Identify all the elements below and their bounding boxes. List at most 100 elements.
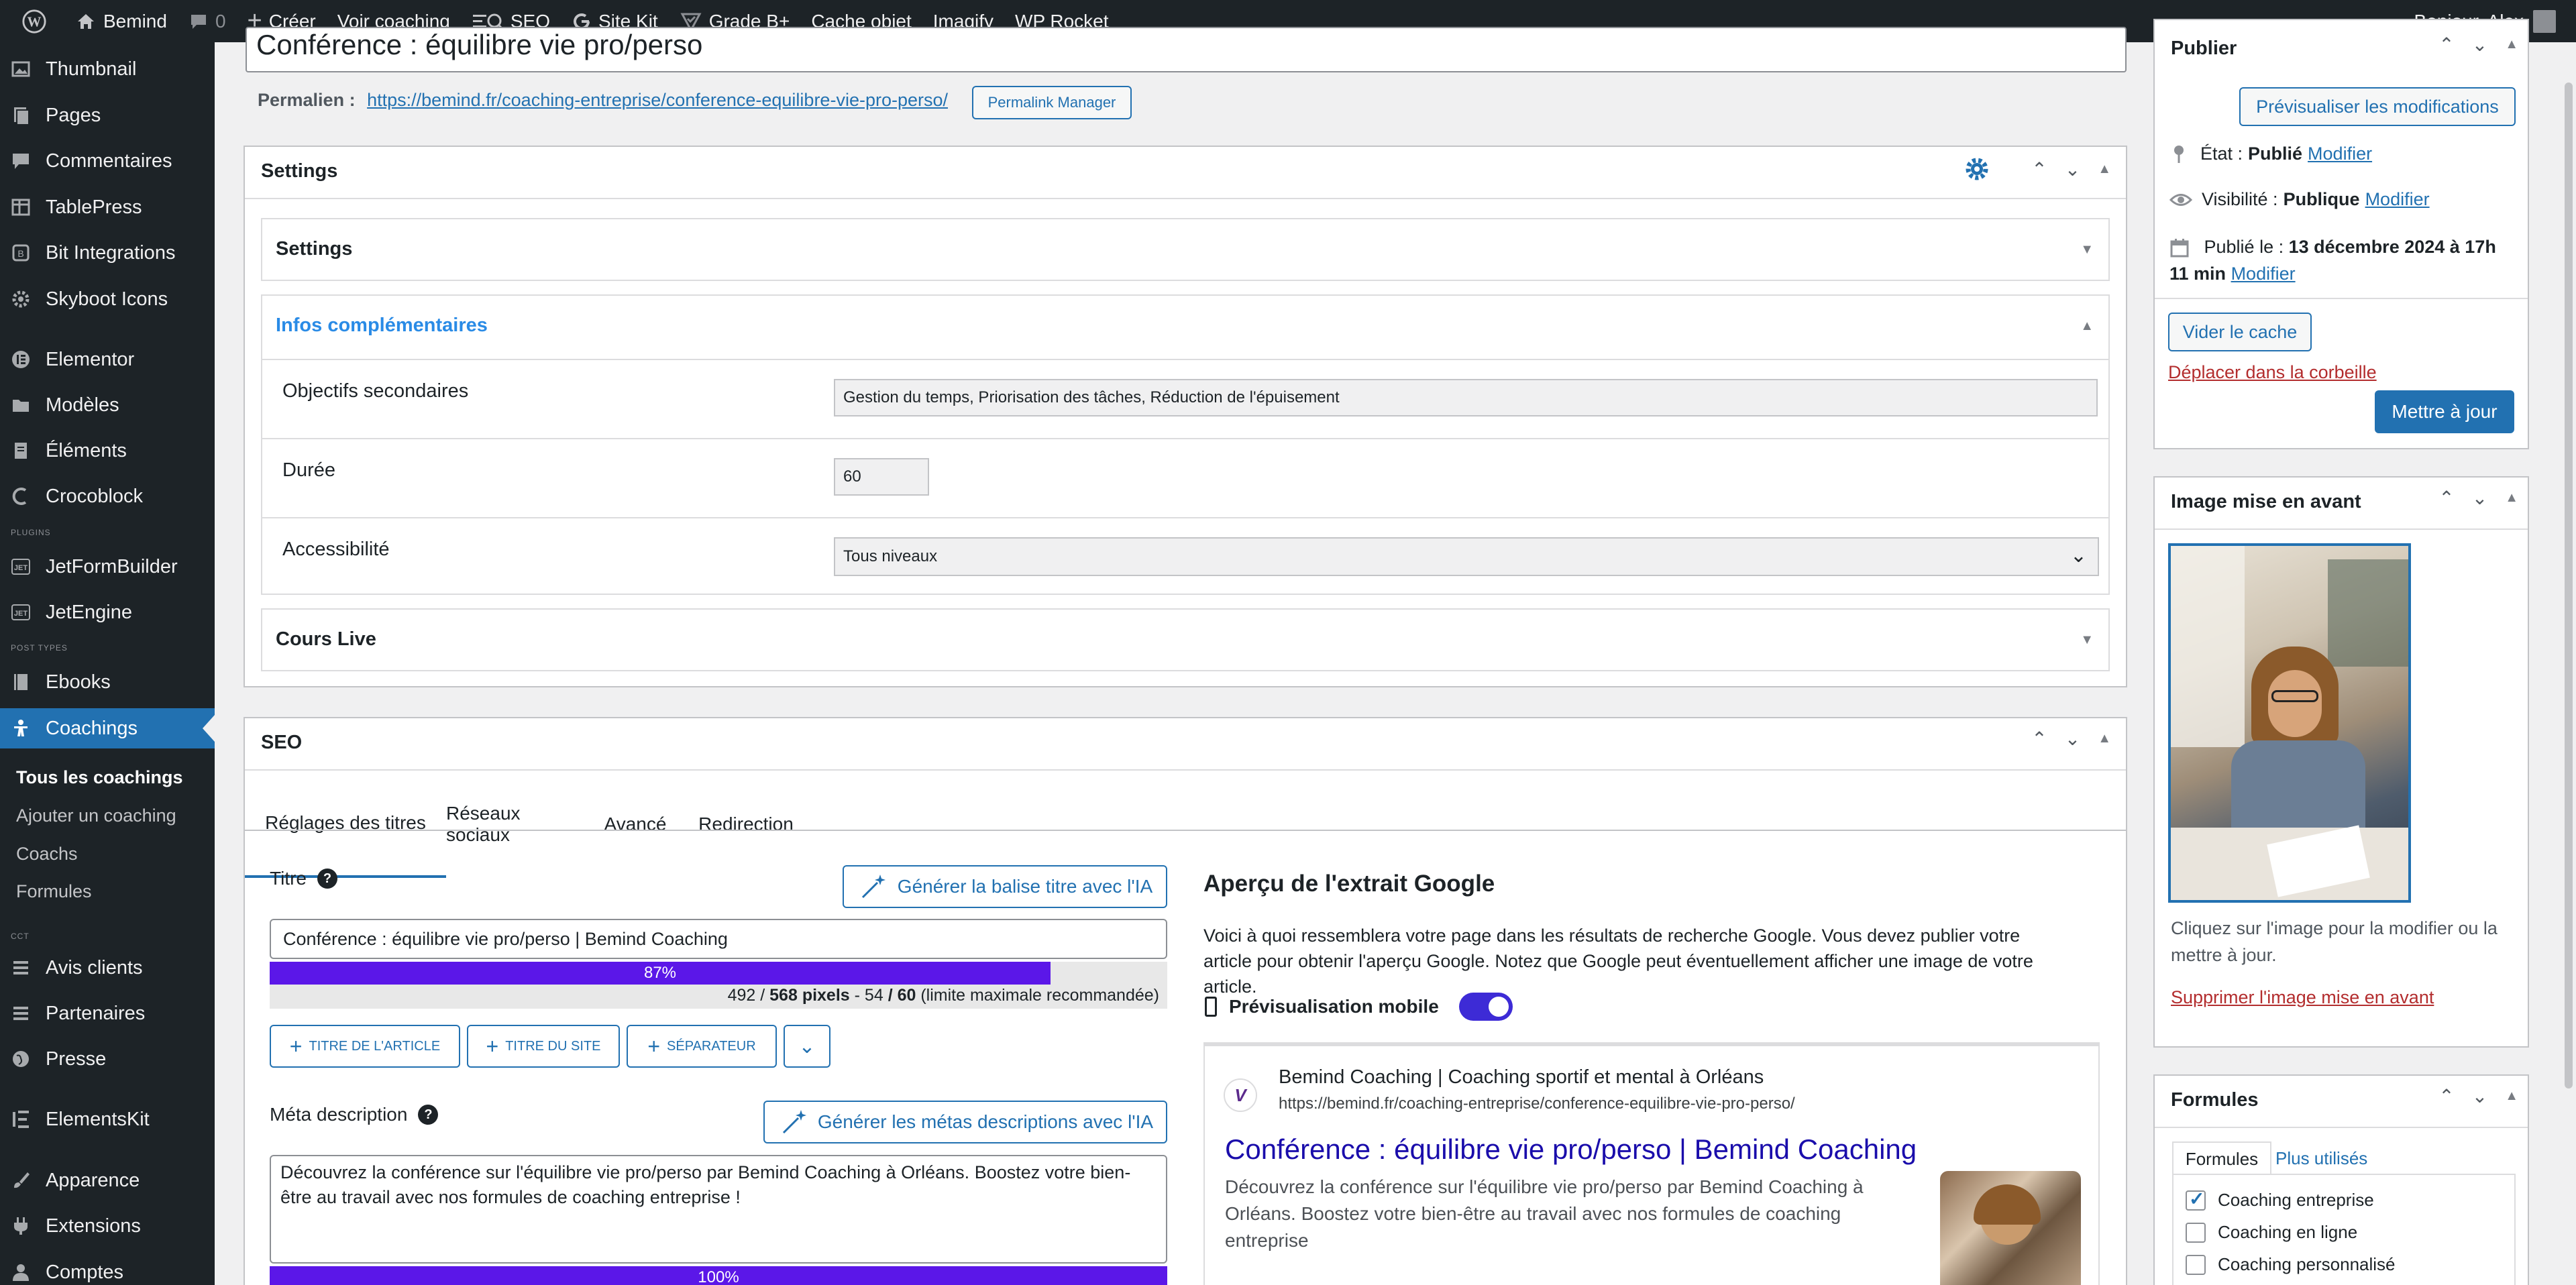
sidebar-item-elements[interactable]: Éléments — [0, 431, 215, 471]
chevron-down-icon[interactable]: ⌄ — [2472, 487, 2487, 509]
checkbox[interactable] — [2186, 1222, 2206, 1243]
insert-separator-button[interactable]: + SÉPARATEUR — [627, 1025, 777, 1068]
collapse-toggle-icon[interactable]: ▲ — [2505, 37, 2518, 52]
chevron-down-icon[interactable]: ⌄ — [2065, 158, 2080, 180]
sidebar-item-comptes[interactable]: Comptes — [0, 1252, 215, 1285]
post-title-input[interactable]: Conférence : équilibre vie pro/perso — [246, 27, 2127, 72]
site-name-link[interactable]: Bemind — [64, 0, 178, 42]
cours-live-title: Cours Live — [276, 628, 376, 650]
chevron-up-icon[interactable]: ⌃ — [2438, 34, 2454, 56]
insert-site-title-button[interactable]: + TITRE DU SITE — [467, 1025, 620, 1068]
sidebar-item-presse[interactable]: Presse — [0, 1039, 215, 1079]
tab-most-used[interactable]: Plus utilisés — [2275, 1148, 2367, 1169]
update-button[interactable]: Mettre à jour — [2375, 390, 2514, 433]
sidebar-item-crocoblock[interactable]: Crocoblock — [0, 476, 215, 516]
sidebar-item-pages[interactable]: Pages — [0, 95, 215, 135]
submenu-coachs[interactable]: Coachs — [0, 844, 215, 864]
seo-controls: ⌃ ⌄ ▲ — [2031, 728, 2111, 750]
sidebar-item-coachings[interactable]: Coachings — [0, 708, 215, 748]
edit-status-link[interactable]: Modifier — [2308, 144, 2372, 164]
collapse-toggle-icon[interactable]: ▲ — [2098, 162, 2111, 177]
submenu-all-coachings[interactable]: Tous les coachings — [0, 767, 215, 788]
submenu-formules[interactable]: Formules — [0, 881, 215, 902]
collapse-toggle-icon[interactable]: ▲ — [2505, 1088, 2518, 1104]
sidebar-item-comments[interactable]: Commentaires — [0, 141, 215, 181]
generate-title-ai-button[interactable]: Générer la balise titre avec l'IA — [843, 865, 1167, 908]
help-icon[interactable]: ? — [418, 1105, 439, 1125]
objectifs-input[interactable]: Gestion du temps, Priorisation des tâche… — [834, 379, 2098, 416]
checkbox[interactable]: ✓ — [2186, 1188, 2206, 1211]
cours-live-subsection[interactable]: Cours Live ▼ — [261, 608, 2110, 671]
seo-title-input[interactable]: Conférence : équilibre vie pro/perso | B… — [270, 919, 1167, 959]
tab-reglages-titres[interactable]: Réglages des titres — [245, 771, 446, 878]
duree-input[interactable]: 60 — [834, 458, 929, 496]
bit-icon: B — [9, 241, 32, 264]
insert-article-title-button[interactable]: + TITRE DE L'ARTICLE — [270, 1025, 460, 1068]
tab-avance[interactable]: Avancé — [588, 771, 682, 878]
sidebar-item-elementskit[interactable]: ElementsKit — [0, 1099, 215, 1139]
sidebar-item-modeles[interactable]: Modèles — [0, 385, 215, 425]
help-icon[interactable]: ? — [317, 869, 337, 889]
gear-icon — [9, 288, 32, 311]
sidebar-item-extensions[interactable]: Extensions — [0, 1206, 215, 1246]
image-glasses-shape — [2271, 690, 2318, 702]
sidebar-item-thumbnail[interactable]: Thumbnail — [0, 49, 215, 89]
chevron-up-icon[interactable]: ⌃ — [2031, 728, 2047, 750]
checkbox[interactable] — [2186, 1254, 2206, 1275]
featured-image[interactable] — [2168, 543, 2411, 903]
sidebar-item-tablepress[interactable]: TablePress — [0, 187, 215, 227]
edit-date-link[interactable]: Modifier — [2231, 264, 2296, 284]
admin-sidebar: Thumbnail Pages Commentaires TablePress … — [0, 42, 215, 1285]
page-scrollbar[interactable] — [2561, 42, 2576, 1285]
chevron-up-icon[interactable]: ⌃ — [2031, 158, 2047, 180]
chevron-down-icon[interactable]: ⌄ — [2472, 1085, 2487, 1107]
sidebar-item-elementor[interactable]: Elementor — [0, 339, 215, 380]
submenu-add-coaching[interactable]: Ajouter un coaching — [0, 805, 215, 826]
permalink-manager-button[interactable]: Permalink Manager — [972, 86, 1132, 119]
tab-redirection[interactable]: Redirection — [682, 771, 810, 878]
title-label-row: Titre ? — [270, 868, 337, 889]
preview-changes-button[interactable]: Prévisualiser les modifications — [2239, 87, 2516, 126]
infos-subsection-title[interactable]: Infos complémentaires — [276, 315, 488, 337]
comments-link[interactable]: 0 — [178, 0, 237, 42]
published-date: 13 décembre 2024 à 17h — [2288, 237, 2496, 257]
generate-meta-ai-button[interactable]: Générer les métas descriptions avec l'IA — [763, 1101, 1167, 1143]
sidebar-item-jetformbuilder[interactable]: JET JetFormBuilder — [0, 547, 215, 587]
chevron-down-icon[interactable]: ⌄ — [2472, 34, 2487, 56]
wordpress-logo-icon[interactable]: W — [11, 0, 64, 42]
collapse-toggle-icon[interactable]: ▲ — [2098, 731, 2111, 746]
collapse-icon[interactable]: ▲ — [2080, 319, 2094, 334]
settings-subsection[interactable]: Settings ▼ — [261, 218, 2110, 281]
sidebar-item-apparence[interactable]: Apparence — [0, 1160, 215, 1200]
edit-visibility-link[interactable]: Modifier — [2365, 189, 2430, 210]
clear-cache-button[interactable]: Vider le cache — [2168, 313, 2312, 351]
remove-featured-link[interactable]: Supprimer l'image mise en avant — [2171, 987, 2434, 1008]
scrollbar-thumb[interactable] — [2565, 82, 2573, 1088]
meta-description-textarea[interactable]: Découvrez la conférence sur l'équilibre … — [270, 1155, 1167, 1264]
sidebar-item-bit-integrations[interactable]: B Bit Integrations — [0, 233, 215, 273]
formule-item[interactable]: ✓ Coaching entreprise — [2186, 1188, 2374, 1211]
gear-icon[interactable] — [1964, 156, 1990, 182]
sidebar-label: Crocoblock — [46, 485, 144, 507]
accessibilite-select[interactable]: Tous niveaux ⌄ — [834, 537, 2099, 576]
tab-reseaux-sociaux[interactable]: Réseaux sociaux — [446, 771, 588, 878]
sidebar-item-skyboot-icons[interactable]: Skyboot Icons — [0, 279, 215, 319]
sidebar-item-avis-clients[interactable]: Avis clients — [0, 948, 215, 988]
google-title[interactable]: Conférence : équilibre vie pro/perso | B… — [1225, 1133, 1917, 1166]
mobile-preview-toggle[interactable] — [1458, 993, 1513, 1021]
formule-item[interactable]: Coaching en ligne — [2186, 1222, 2357, 1243]
visibility-row: Visibilité : Publique Modifier — [2169, 189, 2430, 210]
pixel-max: 568 pixels — [769, 986, 850, 1005]
more-variables-button[interactable]: ⌄ — [784, 1025, 830, 1068]
move-to-trash-link[interactable]: Déplacer dans la corbeille — [2168, 362, 2377, 383]
chevron-down-icon[interactable]: ⌄ — [2065, 728, 2080, 750]
sidebar-item-ebooks[interactable]: Ebooks — [0, 662, 215, 702]
permalink-url[interactable]: https://bemind.fr/coaching-entreprise/co… — [367, 90, 948, 110]
formule-item[interactable]: Coaching personnalisé — [2186, 1254, 2396, 1275]
sidebar-item-jetengine[interactable]: JET JetEngine — [0, 592, 215, 632]
tab-all-formules[interactable]: Formules — [2172, 1141, 2271, 1175]
chevron-up-icon[interactable]: ⌃ — [2438, 1085, 2454, 1107]
sidebar-item-partenaires[interactable]: Partenaires — [0, 993, 215, 1033]
collapse-toggle-icon[interactable]: ▲ — [2505, 490, 2518, 506]
chevron-up-icon[interactable]: ⌃ — [2438, 487, 2454, 509]
